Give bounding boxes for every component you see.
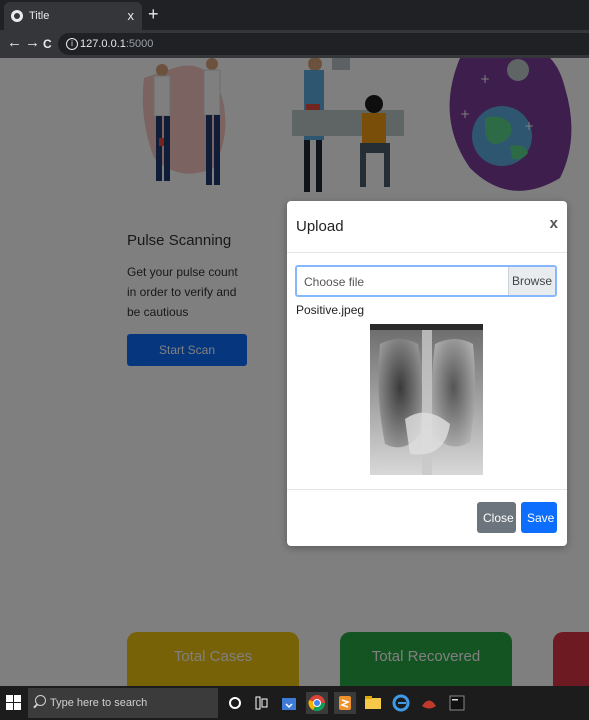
cortana-icon[interactable]: [224, 692, 246, 714]
page-content: + + + Pulse Scanning Get your pulse coun…: [0, 58, 589, 686]
url-text: 127.0.0.1:5000: [80, 38, 153, 50]
sublime-text-icon[interactable]: [334, 692, 356, 714]
info-icon[interactable]: i: [66, 38, 78, 50]
upload-modal: Upload x Choose file Browse Positive.jpe…: [287, 201, 567, 546]
reload-icon[interactable]: C: [43, 36, 52, 52]
file-input-placeholder: Choose file: [304, 275, 365, 289]
tab-title: Title: [29, 10, 50, 22]
modal-close-icon[interactable]: x: [550, 215, 558, 232]
taskbar-search-placeholder: Type here to search: [50, 697, 148, 709]
modal-header-divider: [287, 252, 567, 253]
xray-preview-image: [370, 324, 483, 475]
modal-title: Upload: [296, 218, 344, 235]
selected-file-name: Positive.jpeg: [296, 303, 365, 317]
edge-icon[interactable]: [390, 692, 412, 714]
browser-tab-bar: Title x +: [0, 0, 589, 30]
downloads-icon[interactable]: [278, 692, 300, 714]
taskbar-search-box[interactable]: Type here to search: [28, 688, 218, 718]
close-button[interactable]: Close: [477, 502, 516, 533]
address-bar[interactable]: i 127.0.0.1:5000: [58, 33, 589, 55]
windows-taskbar: Type here to search: [0, 686, 589, 720]
url-port: :5000: [125, 38, 154, 50]
url-host: 127.0.0.1: [80, 38, 126, 50]
chrome-icon[interactable]: [306, 692, 328, 714]
save-button[interactable]: Save: [521, 502, 557, 533]
file-explorer-icon[interactable]: [362, 692, 384, 714]
tab-close-icon[interactable]: x: [128, 8, 135, 23]
browse-button[interactable]: Browse: [508, 267, 555, 295]
game-icon[interactable]: [418, 692, 440, 714]
new-tab-button[interactable]: +: [148, 4, 159, 25]
forward-icon[interactable]: →: [25, 35, 40, 51]
globe-icon: [11, 10, 23, 22]
windows-start-icon[interactable]: [6, 695, 22, 711]
terminal-icon[interactable]: [446, 692, 468, 714]
browser-toolbar: ← → C i 127.0.0.1:5000: [0, 30, 589, 58]
task-view-icon[interactable]: [250, 692, 272, 714]
file-input[interactable]: Choose file Browse: [295, 265, 557, 297]
modal-footer-divider: [287, 489, 567, 490]
search-icon: [35, 695, 46, 706]
back-icon[interactable]: ←: [7, 35, 22, 51]
browser-tab[interactable]: Title x: [4, 2, 142, 30]
